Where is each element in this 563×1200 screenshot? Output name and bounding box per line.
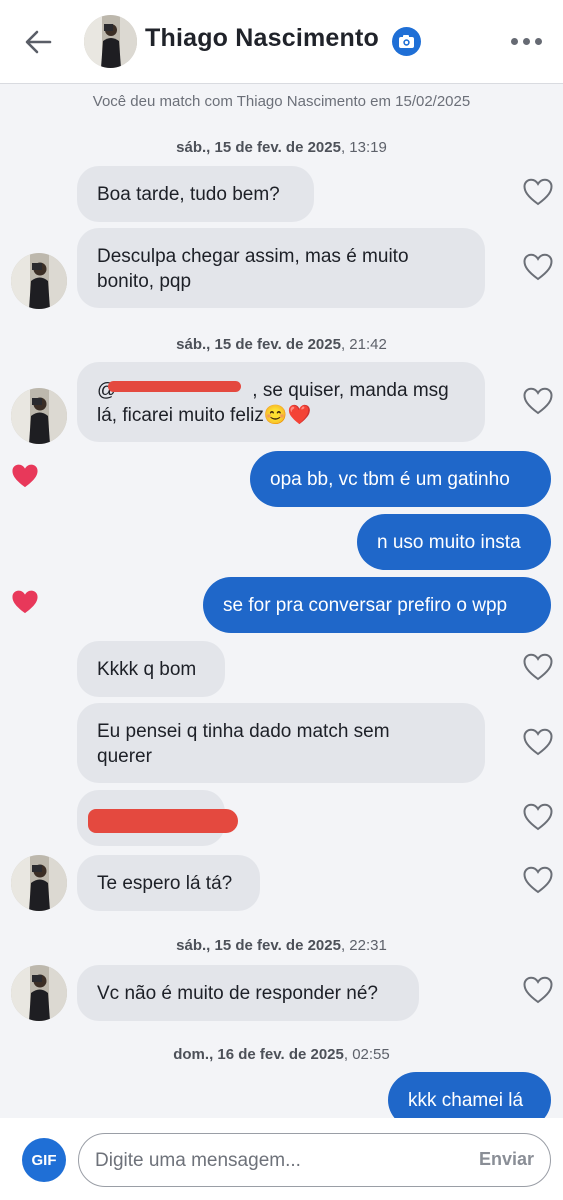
- heart-outline-icon[interactable]: [523, 728, 553, 756]
- message-text-line: Desculpa chegar assim, mas é muito: [97, 246, 409, 267]
- message-outgoing[interactable]: opa bb, vc tbm é um gatinho: [250, 451, 551, 507]
- message-incoming[interactable]: @, se quiser, manda msg lá, ficarei muit…: [77, 362, 485, 442]
- message-text-line: lá, ficarei muito feliz😊❤️: [97, 405, 312, 426]
- heart-outline-icon[interactable]: [523, 976, 553, 1004]
- contact-avatar[interactable]: [11, 855, 67, 911]
- message-incoming[interactable]: Desculpa chegar assim, mas é muito bonit…: [77, 228, 485, 308]
- message-text-line: querer: [97, 746, 152, 767]
- contact-avatar[interactable]: [11, 253, 67, 309]
- message-incoming[interactable]: Kkkk q bom: [77, 641, 225, 697]
- message-input[interactable]: [93, 1144, 457, 1178]
- heart-liked-icon[interactable]: [11, 463, 39, 489]
- message-incoming[interactable]: Eu pensei q tinha dado match sem querer: [77, 703, 485, 783]
- message-incoming[interactable]: Te espero lá tá?: [77, 855, 260, 911]
- message-text: Boa tarde, tudo bem?: [97, 183, 280, 205]
- redaction-mark: [108, 381, 241, 392]
- chat-header: Thiago Nascimento: [0, 0, 563, 84]
- heart-outline-icon[interactable]: [523, 803, 553, 831]
- more-dots-icon[interactable]: [511, 38, 543, 46]
- message-composer: Enviar: [78, 1133, 551, 1187]
- arrow-left-icon[interactable]: [22, 26, 54, 58]
- message-text: Kkkk q bom: [97, 658, 197, 680]
- date-separator: sáb., 15 de fev. de 2025, 22:31: [176, 937, 387, 954]
- message-incoming[interactable]: Boa tarde, tudo bem?: [77, 166, 314, 222]
- heart-outline-icon[interactable]: [523, 653, 553, 681]
- heart-outline-icon[interactable]: [523, 178, 553, 206]
- message-text-line: bonito, pqp: [97, 271, 192, 292]
- message-text: se for pra conversar prefiro o wpp: [223, 594, 508, 616]
- message-text: Te espero lá tá?: [97, 872, 233, 894]
- date-separator: dom., 16 de fev. de 2025, 02:55: [173, 1046, 390, 1063]
- message-text: n uso muito insta: [377, 531, 521, 553]
- camera-icon[interactable]: [392, 27, 421, 56]
- message-text: Vc não é muito de responder né?: [97, 982, 378, 1004]
- message-incoming[interactable]: Vc não é muito de responder né?: [77, 965, 419, 1021]
- message-text-line: Eu pensei q tinha dado match sem: [97, 721, 390, 742]
- contact-avatar[interactable]: [11, 965, 67, 1021]
- heart-outline-icon[interactable]: [523, 387, 553, 415]
- message-text: kkk chamei lá: [408, 1089, 524, 1111]
- contact-avatar[interactable]: [11, 388, 67, 444]
- message-outgoing[interactable]: se for pra conversar prefiro o wpp: [203, 577, 551, 633]
- send-button[interactable]: Enviar: [479, 1149, 534, 1170]
- composer-bar: GIF Enviar: [0, 1118, 563, 1200]
- heart-outline-icon[interactable]: [523, 253, 553, 281]
- redaction-mark: [88, 809, 238, 833]
- contact-avatar[interactable]: [84, 15, 137, 68]
- match-notice: Você deu match com Thiago Nascimento em …: [92, 93, 471, 110]
- date-separator: sáb., 15 de fev. de 2025, 13:19: [176, 139, 387, 156]
- message-text: opa bb, vc tbm é um gatinho: [270, 468, 510, 490]
- gif-button[interactable]: GIF: [22, 1138, 66, 1182]
- date-separator: sáb., 15 de fev. de 2025, 21:42: [176, 336, 387, 353]
- contact-name[interactable]: Thiago Nascimento: [145, 24, 379, 53]
- heart-outline-icon[interactable]: [523, 866, 553, 894]
- heart-liked-icon[interactable]: [11, 589, 39, 615]
- message-outgoing[interactable]: n uso muito insta: [357, 514, 551, 570]
